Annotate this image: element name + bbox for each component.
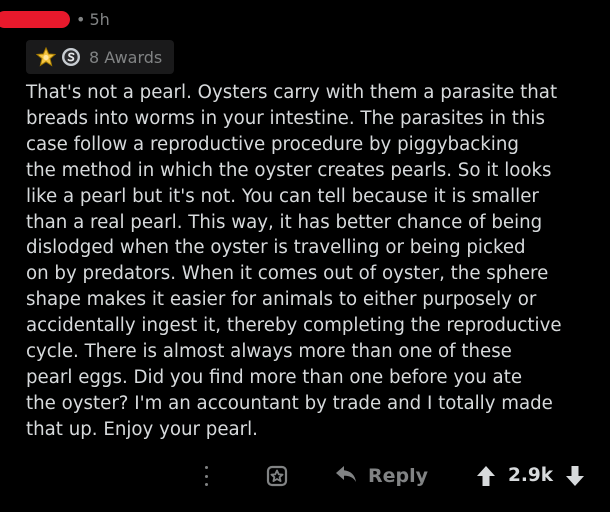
comment-line: like a pearl but it's not. You can tell … [26, 185, 539, 207]
separator-dot: • [76, 9, 86, 29]
silver-coin-award-icon [61, 47, 81, 67]
comment-age: 5h [89, 9, 110, 29]
redacted-username [0, 10, 70, 28]
upvote-arrow-icon[interactable] [474, 464, 498, 488]
comment-line: dislodged when the oyster is travelling … [26, 237, 526, 259]
comment-line: That's not a pearl. Oysters carry with t… [26, 82, 558, 103]
comment-line: pearl eggs. Did you find more than one b… [26, 366, 523, 388]
comment-screenshot: • 5h 8 Awards That's not a pearl. Oyster… [0, 0, 610, 512]
downvote-arrow-icon[interactable] [563, 464, 587, 488]
awards-chip[interactable]: 8 Awards [26, 40, 175, 74]
comment-line: on by predators. When it comes out of oy… [26, 263, 549, 285]
gold-star-award-icon [36, 47, 56, 67]
comment-line: breads into worms in your intestine. The… [26, 107, 545, 129]
comment-line: cycle. There is almost always more than … [26, 341, 512, 363]
award-icon[interactable] [263, 462, 291, 490]
comment-line: than a real pearl. This way, it has bett… [26, 211, 543, 233]
reply-button[interactable]: Reply [334, 461, 428, 491]
comment-body: That's not a pearl. Oysters carry with t… [26, 80, 604, 443]
comment-line: accidentally ingest it, thereby completi… [26, 315, 562, 337]
comment-meta: • 5h [0, 6, 110, 32]
comment-line: the oyster? I'm an accountant by trade a… [26, 392, 553, 414]
comment-line: shape makes it easier for animals to eit… [26, 289, 537, 311]
awards-count: 8 Awards [89, 47, 163, 67]
reply-arrow-icon [334, 464, 358, 489]
more-options-icon[interactable] [196, 464, 216, 488]
comment-line: case follow a reproductive procedure by … [26, 133, 519, 155]
comment-line: the method in which the oyster creates p… [26, 159, 552, 181]
comment-line: that up. Enjoy your pearl. [26, 418, 258, 440]
comment-action-bar: Reply 2.9k [0, 458, 610, 494]
reply-label: Reply [368, 465, 429, 487]
vote-score: 2.9k [508, 465, 554, 486]
